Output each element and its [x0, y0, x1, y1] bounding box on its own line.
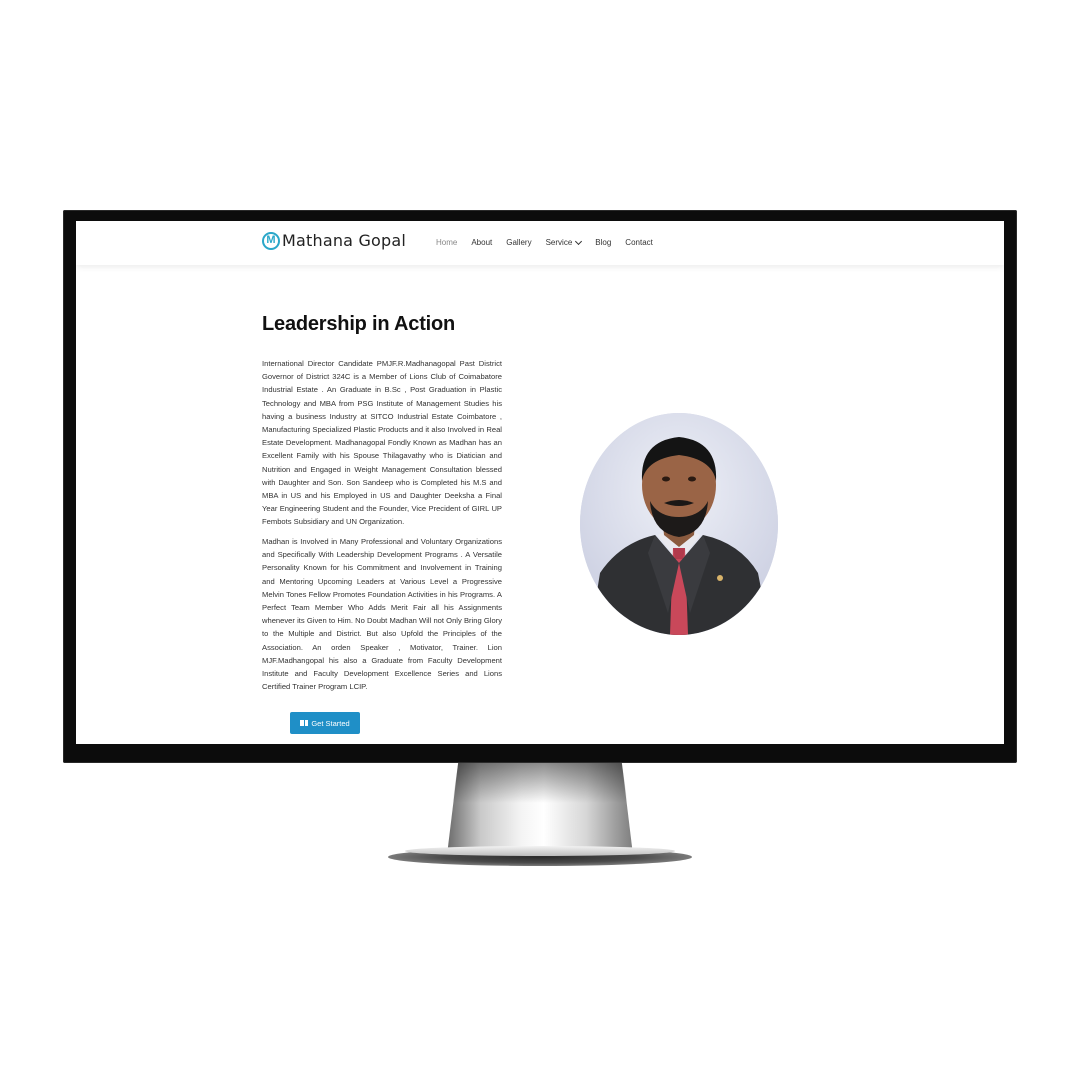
- bio-paragraph-1: International Director Candidate PMJF.R.…: [262, 359, 502, 527]
- nav-item-contact[interactable]: Contact: [625, 238, 653, 247]
- page-title: Leadership in Action: [262, 313, 456, 335]
- navbar: M Mathana Gopal Home About Gallery Servi…: [76, 221, 1004, 265]
- nav-item-service[interactable]: Service: [545, 237, 583, 247]
- nav-item-service-label: Service: [545, 238, 573, 247]
- nav-item-gallery[interactable]: Gallery: [506, 238, 531, 247]
- monitor-stand-base-top: [405, 846, 675, 856]
- nav-item-home[interactable]: Home: [436, 238, 457, 247]
- main-nav: Home About Gallery Service Blog Contact: [436, 237, 667, 247]
- logo-mark-icon: M: [262, 231, 280, 250]
- chevron-down-icon: [575, 237, 583, 245]
- portrait-illustration: [580, 413, 778, 635]
- get-started-label: Get Started: [311, 718, 350, 728]
- website-screen: M Mathana Gopal Home About Gallery Servi…: [76, 221, 1004, 744]
- get-started-button[interactable]: Get Started: [290, 712, 360, 734]
- site-logo[interactable]: M Mathana Gopal: [262, 231, 406, 250]
- profile-portrait: [580, 413, 778, 635]
- site-brand-name: Mathana Gopal: [282, 231, 407, 250]
- nav-item-blog[interactable]: Blog: [595, 238, 611, 247]
- monitor-stand-shadow: [452, 763, 628, 803]
- bio-paragraph-2: Madhan is Involved in Many Professional …: [262, 537, 502, 692]
- book-icon: [300, 720, 309, 726]
- nav-item-about[interactable]: About: [471, 238, 492, 247]
